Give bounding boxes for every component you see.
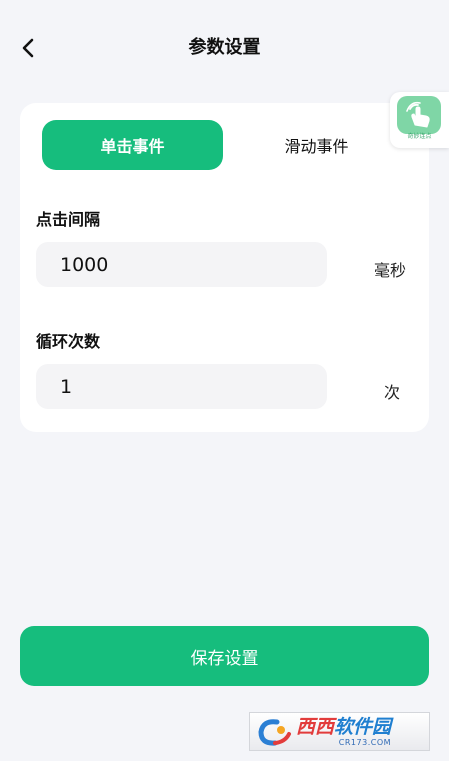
loop-count-input[interactable]: 1	[36, 364, 327, 409]
watermark-brand: 西西软件园	[296, 716, 391, 738]
settings-card: 单击事件 滑动事件 点击间隔 1000 毫秒 循环次数 1 次	[20, 103, 429, 432]
loop-count-label: 循环次数	[36, 332, 101, 351]
floating-clicker-widget[interactable]: 奇妙连点	[390, 92, 449, 148]
loop-count-unit: 次	[384, 383, 401, 402]
watermark-site: CR173.COM	[338, 738, 392, 747]
watermark-logo: 西西软件园 CR173.COM	[249, 712, 430, 751]
page-title: 参数设置	[188, 37, 261, 58]
watermark-swirl-icon	[254, 714, 296, 750]
top-bar: 参数设置	[0, 0, 449, 96]
tap-hand-icon	[397, 96, 441, 134]
interval-label: 点击间隔	[36, 210, 101, 229]
interval-input[interactable]: 1000	[36, 242, 327, 287]
tab-swipe[interactable]: 滑动事件	[226, 120, 407, 170]
save-settings-button[interactable]: 保存设置	[20, 626, 429, 686]
watermark-brand-a: 西西	[296, 716, 335, 738]
watermark-brand-b: 软件园	[334, 716, 392, 738]
widget-label: 奇妙连点	[407, 133, 432, 140]
tab-single-click[interactable]: 单击事件	[42, 120, 223, 170]
interval-unit: 毫秒	[374, 261, 407, 280]
watermark-text-block: 西西软件园 CR173.COM	[296, 716, 391, 747]
